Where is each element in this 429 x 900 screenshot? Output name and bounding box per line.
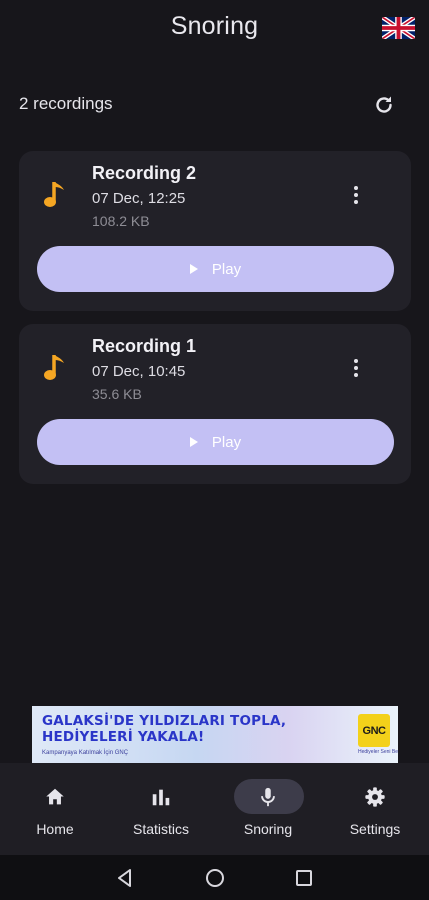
gear-icon <box>364 786 386 808</box>
app-bar: Snoring <box>0 0 429 56</box>
back-icon[interactable] <box>114 867 136 889</box>
nav-item-snoring[interactable]: Snoring <box>213 779 323 843</box>
ad-headline: GALAKSİ'DE YILDIZLARI TOPLA, <box>42 713 287 729</box>
ad-banner[interactable]: GALAKSİ'DE YILDIZLARI TOPLA, HEDİYELERİ … <box>32 706 398 763</box>
recording-date: 07 Dec, 10:45 <box>92 363 186 380</box>
recordings-summary: 2 recordings <box>19 90 409 120</box>
recording-size: 108.2 KB <box>92 213 150 229</box>
bottom-navigation: Home Statistics Snoring Settings <box>0 763 429 855</box>
ad-logo: GNC <box>358 714 390 747</box>
play-label: Play <box>211 260 242 278</box>
music-note-icon <box>43 179 69 211</box>
microphone-icon <box>257 786 279 808</box>
nav-label: Statistics <box>132 821 189 837</box>
recording-card: Recording 1 07 Dec, 10:45 35.6 KB Play <box>19 324 411 484</box>
play-icon <box>189 264 198 274</box>
ad-fine-print: Kampanyaya Katılmak İçin GNÇ <box>42 750 129 756</box>
nav-label: Snoring <box>243 821 293 837</box>
play-button[interactable]: Play <box>37 419 394 465</box>
recording-size: 35.6 KB <box>92 386 142 402</box>
nav-item-statistics[interactable]: Statistics <box>106 779 216 843</box>
home-circle-icon[interactable] <box>204 867 226 889</box>
bar-chart-icon <box>150 786 172 808</box>
system-navigation-bar <box>0 855 429 900</box>
ad-logo-text: GNC <box>362 724 386 737</box>
recents-icon[interactable] <box>293 867 315 889</box>
recording-title: Recording 2 <box>92 163 197 183</box>
more-options-icon[interactable] <box>346 358 366 380</box>
home-icon <box>44 786 66 808</box>
recording-card: Recording 2 07 Dec, 12:25 108.2 KB Play <box>19 151 411 311</box>
play-button[interactable]: Play <box>37 246 394 292</box>
page-title: Snoring <box>170 12 259 40</box>
play-label: Play <box>211 433 242 451</box>
nav-label: Settings <box>349 821 401 837</box>
more-options-icon[interactable] <box>346 185 366 207</box>
recording-date: 07 Dec, 12:25 <box>92 190 186 207</box>
nav-label: Home <box>36 821 74 837</box>
music-note-icon <box>43 352 69 384</box>
nav-item-home[interactable]: Home <box>0 779 110 843</box>
play-icon <box>189 437 198 447</box>
ad-logo-caption: Hediyeler Seni Bekliyor <box>358 749 398 755</box>
ad-headline-2: HEDİYELERİ YAKALA! <box>42 729 205 745</box>
nav-item-settings[interactable]: Settings <box>320 779 429 843</box>
refresh-icon[interactable] <box>372 93 396 117</box>
recordings-count: 2 recordings <box>19 94 113 113</box>
uk-flag-icon[interactable] <box>382 17 415 39</box>
recording-title: Recording 1 <box>92 336 197 356</box>
